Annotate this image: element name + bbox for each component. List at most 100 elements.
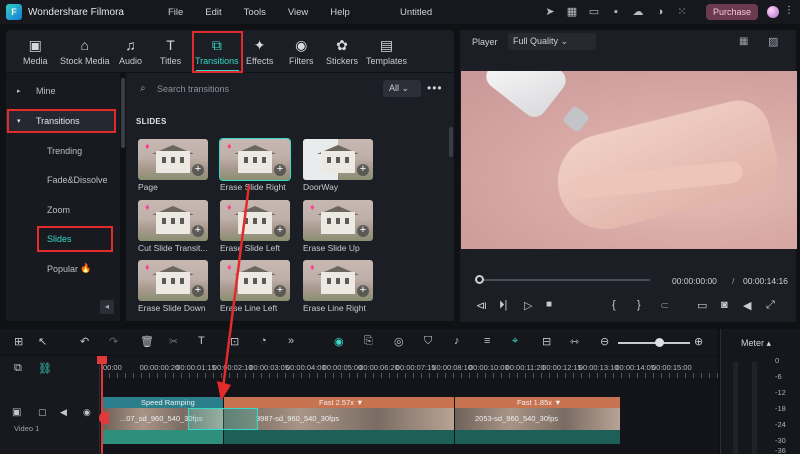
- menu-view[interactable]: View: [288, 7, 308, 18]
- stop-icon[interactable]: ■: [546, 299, 552, 310]
- marker-icon[interactable]: ⊟: [542, 335, 551, 348]
- menu-edit[interactable]: Edit: [205, 7, 221, 18]
- fullscreen-icon[interactable]: ⤢: [766, 299, 775, 312]
- play-icon[interactable]: ▷: [524, 299, 532, 312]
- cut-icon[interactable]: ✂: [169, 335, 178, 348]
- add-icon[interactable]: +: [274, 164, 286, 176]
- undo-icon[interactable]: ↶: [80, 335, 89, 348]
- more-options-icon[interactable]: •••: [427, 81, 443, 95]
- expand-arrow-icon[interactable]: ▸: [17, 87, 21, 95]
- add-icon[interactable]: +: [192, 225, 204, 237]
- menu-file[interactable]: File: [168, 7, 183, 18]
- transition-thumbnail[interactable]: ♦ +: [138, 139, 208, 180]
- filter-dropdown[interactable]: All ⌄: [383, 80, 421, 97]
- grid-view-icon[interactable]: ▦: [739, 36, 748, 47]
- gift-icon[interactable]: ▦: [565, 5, 579, 19]
- menu-tools[interactable]: Tools: [244, 7, 266, 18]
- sidebar-item-fade-dissolve[interactable]: Fade&Dissolve: [47, 175, 108, 185]
- tab-templates[interactable]: ▤ Templates: [366, 32, 407, 72]
- add-icon[interactable]: +: [192, 164, 204, 176]
- more-menu-icon[interactable]: ⋮: [784, 5, 794, 16]
- playback-progress-track[interactable]: [480, 279, 650, 281]
- playhead-handle[interactable]: [97, 356, 107, 364]
- add-track-icon[interactable]: ⧉: [14, 362, 22, 375]
- add-icon[interactable]: +: [274, 225, 286, 237]
- link-icon[interactable]: ⛓: [38, 362, 52, 375]
- playback-scrubber[interactable]: [475, 275, 484, 284]
- transition-thumbnail[interactable]: +: [303, 139, 373, 180]
- folder-icon[interactable]: ▢: [38, 407, 47, 418]
- headset-icon[interactable]: ◑: [653, 5, 667, 19]
- delete-icon[interactable]: 🗑: [140, 335, 154, 348]
- tab-audio[interactable]: ♫ Audio: [119, 32, 142, 72]
- camera-snapshot-icon[interactable]: ◙: [721, 299, 728, 311]
- transition-thumbnail[interactable]: ♦ +: [219, 138, 291, 181]
- transition-thumbnail[interactable]: ♦ +: [303, 200, 373, 241]
- add-icon[interactable]: +: [274, 285, 286, 297]
- layout-icon[interactable]: ⊞: [14, 335, 23, 348]
- step-forward-icon[interactable]: ⏵|: [499, 299, 507, 312]
- clip-speed-bar[interactable]: Fast 1.85x ▼: [455, 397, 620, 408]
- tab-media[interactable]: ▣ Media: [23, 32, 48, 72]
- redo-icon[interactable]: ↷: [109, 335, 118, 348]
- speaker-icon[interactable]: ◀: [60, 407, 67, 418]
- tab-stickers[interactable]: ✿ Stickers: [326, 32, 358, 72]
- motion-icon[interactable]: ⎘: [364, 335, 373, 348]
- collapse-sidebar-button[interactable]: ◂: [100, 300, 114, 314]
- transition-thumbnail[interactable]: ♦ +: [303, 260, 373, 301]
- zoom-in-icon[interactable]: ⊕: [694, 335, 703, 348]
- quality-dropdown[interactable]: Full Quality ⌄: [508, 33, 596, 50]
- speed-icon[interactable]: ◎: [394, 335, 404, 348]
- avatar[interactable]: [767, 6, 779, 18]
- purchase-button[interactable]: Purchase: [706, 4, 758, 20]
- select-tool-icon[interactable]: ↖: [38, 335, 47, 348]
- add-icon[interactable]: +: [192, 285, 204, 297]
- tab-effects[interactable]: ✦ Effects: [246, 32, 273, 72]
- clip-speed-bar[interactable]: Speed Ramping: [103, 397, 223, 408]
- snapshot-image-icon[interactable]: ▨: [768, 35, 778, 48]
- fit-icon[interactable]: ⇿: [570, 335, 579, 348]
- search-input[interactable]: Search transitions: [157, 84, 229, 94]
- previous-frame-icon[interactable]: ⧏: [476, 299, 487, 312]
- content-scrollbar[interactable]: [449, 127, 453, 157]
- volume-icon[interactable]: ◀: [743, 299, 751, 312]
- send-icon[interactable]: ➤: [543, 5, 557, 19]
- add-icon[interactable]: +: [357, 164, 369, 176]
- zoom-slider-handle[interactable]: [655, 338, 664, 347]
- playhead[interactable]: [101, 356, 103, 454]
- sidebar-item-trending[interactable]: Trending: [47, 146, 82, 156]
- more-tools-icon[interactable]: »: [288, 335, 294, 347]
- tab-titles[interactable]: T Titles: [160, 32, 181, 72]
- apps-grid-icon[interactable]: ⁙: [675, 5, 689, 19]
- text-tool-icon[interactable]: T: [198, 335, 205, 347]
- transition-thumbnail[interactable]: ♦ +: [138, 200, 208, 241]
- sidebar-item-mine[interactable]: Mine: [36, 86, 56, 96]
- cloud-icon[interactable]: ☁: [631, 5, 645, 19]
- transition-thumbnail[interactable]: ♦ +: [138, 260, 208, 301]
- sidebar-item-popular[interactable]: Popular: [47, 264, 78, 274]
- list-icon[interactable]: ≡: [484, 335, 490, 347]
- ai-icon[interactable]: ◉: [334, 335, 344, 348]
- display-icon[interactable]: ▭: [697, 299, 707, 312]
- zoom-out-icon[interactable]: ⊖: [600, 335, 609, 348]
- screen-icon[interactable]: ▭: [587, 5, 601, 19]
- magnet-snap-icon[interactable]: ⌖: [512, 335, 518, 348]
- zoom-slider-track[interactable]: [618, 342, 690, 344]
- clip-speed-bar[interactable]: Fast 2.57x ▼: [224, 397, 454, 408]
- clip-trim-handle[interactable]: [99, 412, 109, 424]
- menu-help[interactable]: Help: [330, 7, 350, 18]
- shield-icon[interactable]: ⛉: [424, 335, 432, 348]
- clip-icon[interactable]: ⊂: [660, 299, 669, 312]
- add-icon[interactable]: +: [357, 285, 369, 297]
- add-icon[interactable]: +: [357, 225, 369, 237]
- eye-icon[interactable]: ◉: [83, 407, 91, 418]
- microphone-icon[interactable]: ♪: [454, 335, 460, 347]
- tab-filters[interactable]: ◉ Filters: [289, 32, 314, 72]
- color-icon[interactable]: ◔: [260, 335, 267, 347]
- sidebar-scrollbar[interactable]: [121, 78, 125, 148]
- save-icon[interactable]: ▪: [609, 5, 623, 19]
- mark-in-icon[interactable]: {: [612, 299, 616, 311]
- transition-drop-zone[interactable]: [188, 408, 258, 430]
- meter-title[interactable]: Meter ▴: [741, 338, 771, 349]
- mark-out-icon[interactable]: }: [637, 299, 641, 311]
